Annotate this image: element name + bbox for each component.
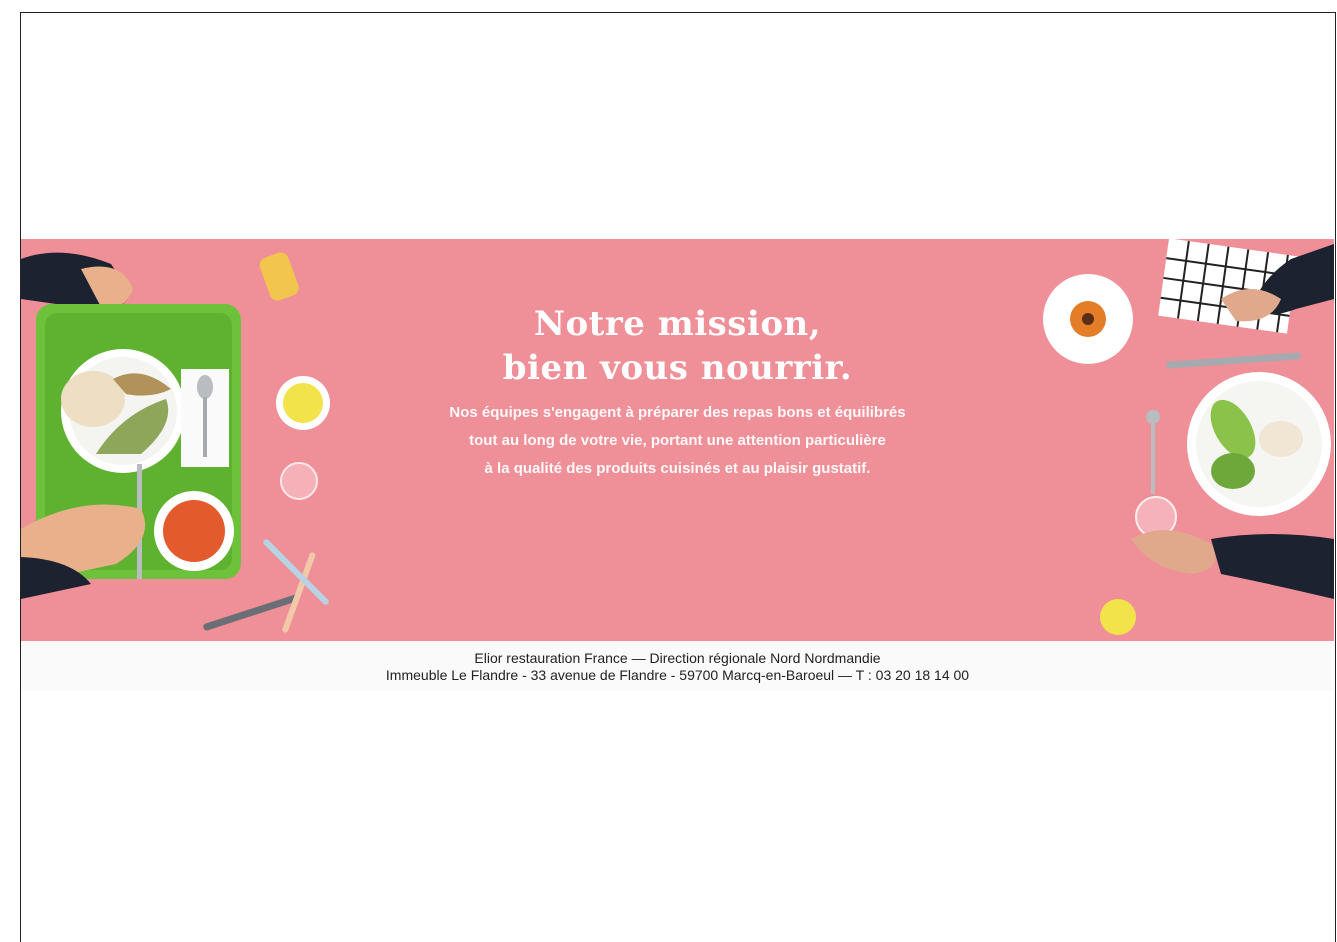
mission-text-line: tout au long de votre vie, portant une a… (469, 432, 886, 449)
footer-address: Elior restauration France — Direction ré… (21, 641, 1334, 691)
headline-line2: bien vous nourrir. (502, 348, 853, 388)
headline-line1: Notre mission, (533, 304, 822, 344)
mission-banner: Notre mission, bien vous nourrir. Nos éq… (21, 239, 1334, 641)
hand-right-bottom (1131, 530, 1216, 574)
mission-text: Nos équipes s'engagent à préparer des re… (21, 399, 1334, 483)
company-line: Elior restauration France — Direction ré… (474, 650, 881, 666)
mission-text-line: à la qualité des produits cuisinés et au… (484, 460, 871, 477)
bread-piece (259, 252, 299, 301)
sleeve-right-bottom (1211, 534, 1334, 599)
grated-carrots (163, 500, 225, 562)
mission-text-line: Nos équipes s'engagent à préparer des re… (449, 404, 906, 421)
fruit-right (1100, 599, 1136, 635)
address-line: Immeuble Le Flandre - 33 avenue de Fland… (385, 667, 970, 683)
